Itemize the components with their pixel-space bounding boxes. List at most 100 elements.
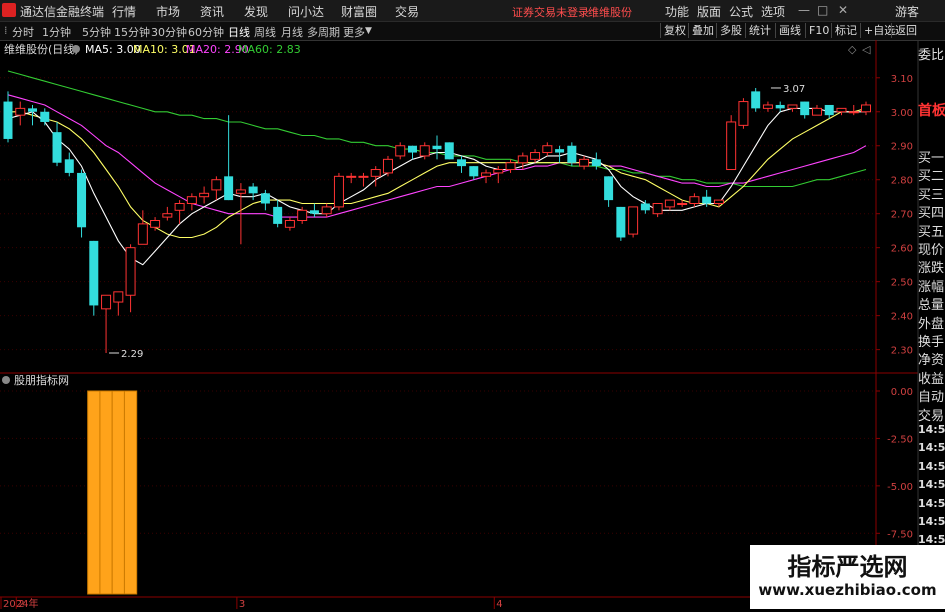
indicator-bar: [99, 390, 113, 595]
button-tongji[interactable]: 统计: [745, 23, 774, 38]
close-icon[interactable]: ✕: [838, 3, 848, 17]
side-panel-row[interactable]: 自动: [918, 386, 945, 405]
candle-body: [444, 142, 454, 160]
candle-body: [664, 199, 675, 208]
candle: [211, 176, 222, 201]
candle-body: [370, 169, 381, 177]
menu-item-wenxiaoda[interactable]: 问小达: [288, 3, 324, 20]
chart-title: 维维股份(日线): [4, 42, 79, 56]
tab-period-monthly[interactable]: 月线: [281, 24, 303, 40]
watermark-url: www.xuezhibiao.com: [758, 581, 937, 599]
minimize-icon[interactable]: —: [798, 3, 810, 17]
y-tick-label: 2.50: [891, 278, 913, 289]
button-back[interactable]: 返回: [891, 23, 920, 38]
tab-period-1min[interactable]: 1分钟: [42, 24, 71, 40]
candle: [28, 104, 38, 126]
candle-body: [3, 101, 13, 139]
candle: [555, 145, 565, 163]
candle-body: [787, 104, 798, 109]
side-panel-row[interactable]: 交易: [918, 405, 945, 424]
kline-chart-svg[interactable]: 2.29 3.07 3.10 3.00 2.90 2.80 2.70 2.60 2.50 2.4…: [0, 40, 945, 610]
menu-item-gongneng[interactable]: 功能: [665, 3, 689, 20]
button-diejia[interactable]: 叠加: [688, 23, 717, 38]
candle: [567, 142, 577, 167]
tab-period-multi[interactable]: 多周期: [307, 24, 340, 40]
candle-body: [824, 104, 834, 116]
side-panel-row: 14:56: [918, 515, 945, 528]
candle-body: [260, 193, 270, 204]
tab-period-fenshi[interactable]: 分时: [12, 24, 34, 40]
candle: [848, 104, 859, 116]
ma-lines: [7, 70, 867, 266]
menu-item-hangqing[interactable]: 行情: [112, 3, 136, 20]
login-status[interactable]: 证券交易未登录: [512, 4, 589, 20]
candle-body: [604, 176, 614, 201]
menu-item-banmian[interactable]: 版面: [697, 3, 721, 20]
button-biaoji[interactable]: 标记: [831, 23, 860, 38]
candle: [321, 203, 332, 218]
x-axis: 2024年2345: [0, 597, 785, 610]
chart-area[interactable]: 2.29 3.07 3.10 3.00 2.90 2.80 2.70 2.60 2.50 2.4…: [0, 40, 945, 610]
candle-body: [211, 179, 222, 191]
tab-period-15min[interactable]: 15分钟: [114, 24, 150, 40]
indicator-bar: [87, 390, 101, 595]
tab-period-weekly[interactable]: 周线: [254, 24, 276, 40]
tab-period-daily[interactable]: 日线: [228, 24, 250, 40]
y-tick-label: 2.80: [891, 176, 913, 187]
candle-body: [652, 203, 663, 215]
button-huaxian[interactable]: 画线: [775, 23, 804, 38]
candle: [174, 200, 185, 224]
menu-item-jiaoyi[interactable]: 交易: [395, 3, 419, 20]
candle-body: [150, 219, 161, 228]
candle: [284, 217, 295, 231]
ma-line-ma60: [7, 70, 867, 188]
button-duogu[interactable]: 多股: [716, 23, 745, 38]
candle-body: [186, 196, 197, 205]
candle-body: [333, 175, 344, 208]
candle: [199, 186, 210, 204]
app-title: 通达信金融终端: [20, 5, 105, 19]
menu-item-xuanxiang[interactable]: 选项: [761, 3, 785, 20]
menu-item-gongshi[interactable]: 公式: [729, 3, 753, 20]
marker-label: 3.07: [783, 84, 805, 95]
tab-period-60min[interactable]: 60分钟: [188, 24, 224, 40]
candle: [260, 189, 270, 211]
candle: [382, 155, 393, 177]
candle-body: [125, 247, 136, 296]
candle-body: [297, 209, 308, 221]
guest-label[interactable]: 游客: [895, 3, 919, 20]
period-toolbar: ⁞ 分时 1分钟 5分钟 15分钟 30分钟 60分钟 日线 周线 月线 多周期…: [0, 22, 945, 41]
candle: [432, 135, 442, 160]
candle: [481, 169, 492, 184]
tab-period-30min[interactable]: 30分钟: [151, 24, 187, 40]
candle: [333, 172, 344, 211]
button-f10[interactable]: F10: [805, 23, 832, 38]
menu-bar: 通达信金融终端 行情 市场 资讯 发现 问小达 财富圈 交易 证券交易未登录 维…: [0, 0, 945, 22]
candle: [162, 206, 173, 221]
expand-icon[interactable]: ◁: [862, 43, 871, 56]
candle-body: [530, 152, 541, 160]
menu-item-zixun[interactable]: 资讯: [200, 3, 224, 20]
button-fuquan[interactable]: 复权: [660, 23, 689, 38]
candle-body: [677, 203, 688, 206]
menu-item-caifuquan[interactable]: 财富圈: [341, 3, 377, 20]
settings-dot-icon[interactable]: [72, 45, 80, 53]
y-tick-label: 2.60: [891, 244, 913, 255]
y-tick-label: 2.40: [891, 312, 913, 323]
indicator-bars: [87, 390, 138, 595]
indicator-settings-icon[interactable]: [2, 376, 10, 384]
diamond-icon[interactable]: ◇: [848, 43, 857, 56]
candle: [407, 145, 417, 160]
candle: [604, 176, 614, 207]
tab-period-more[interactable]: 更多: [343, 24, 365, 40]
candle: [370, 166, 381, 187]
candle: [469, 166, 479, 180]
candle: [137, 210, 148, 245]
tab-period-5min[interactable]: 5分钟: [82, 24, 111, 40]
chevron-down-icon[interactable]: ▼: [365, 26, 372, 36]
candle-body: [284, 219, 295, 228]
menu-item-shichang[interactable]: 市场: [156, 3, 180, 20]
candle: [738, 98, 749, 129]
maximize-icon[interactable]: □: [817, 3, 828, 17]
menu-item-faxian[interactable]: 发现: [244, 3, 268, 20]
